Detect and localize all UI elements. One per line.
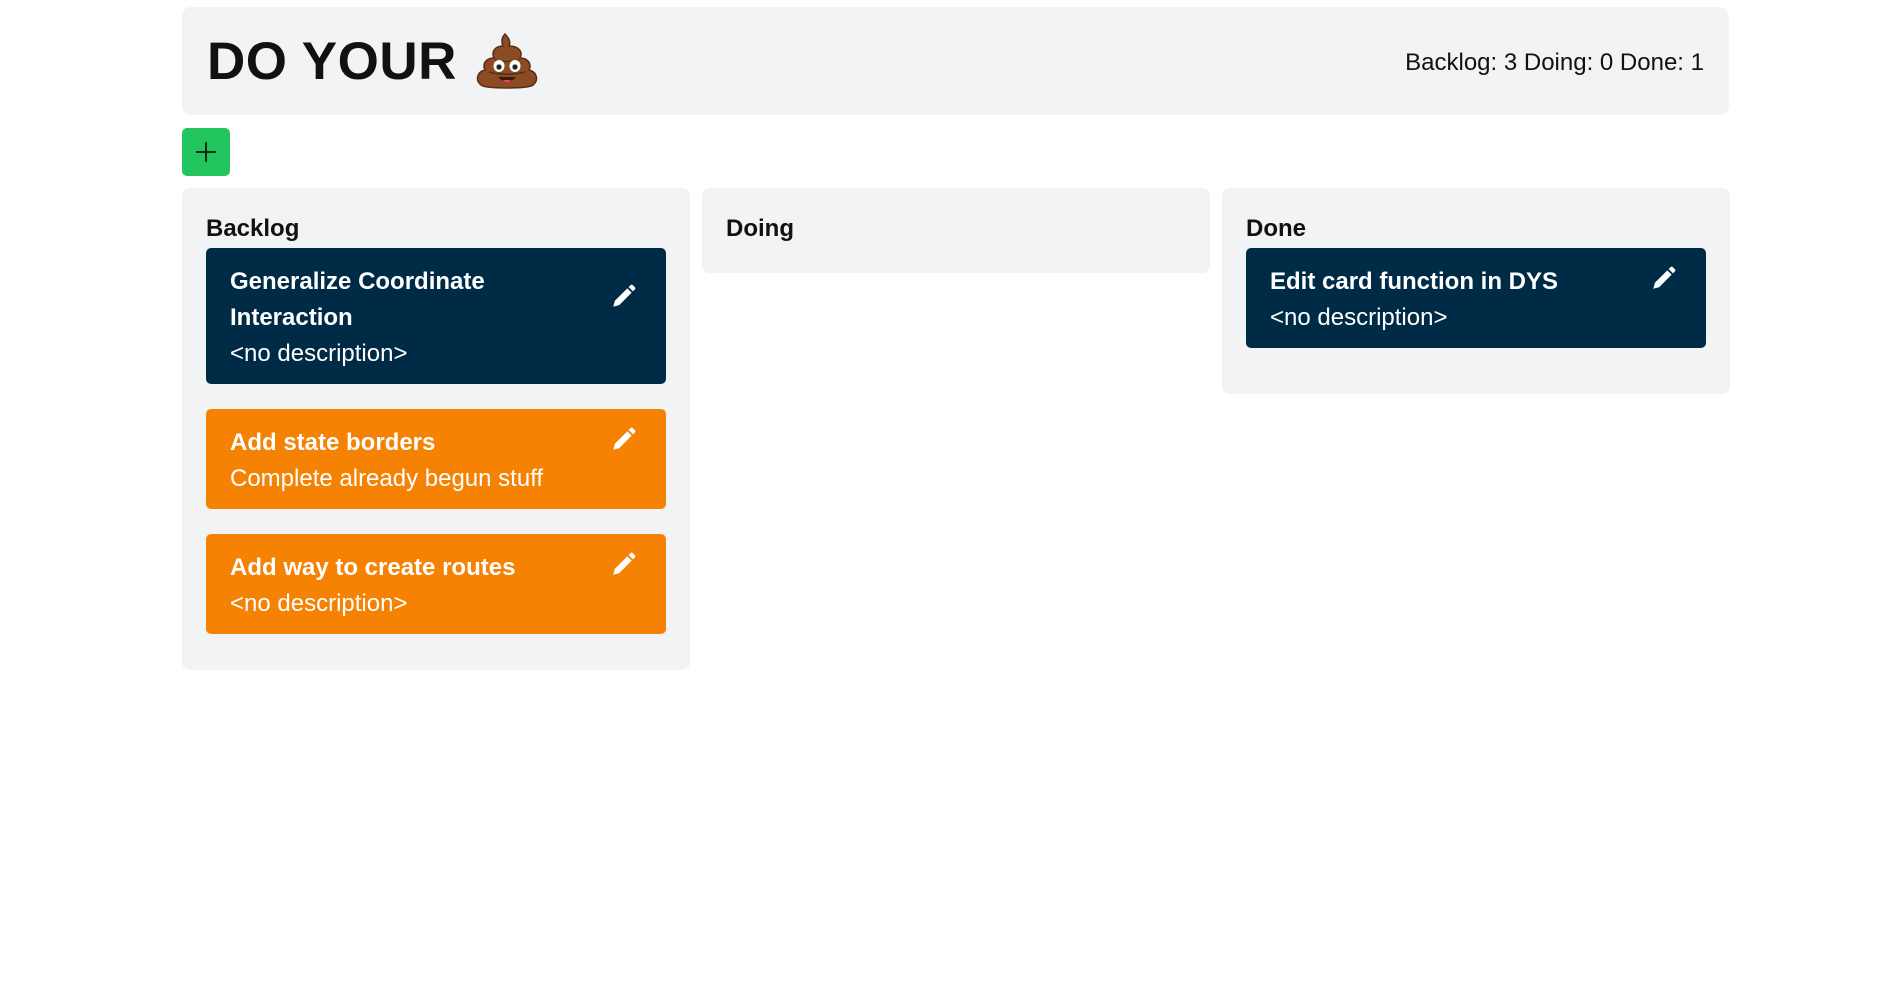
app-title-wrap: DO YOUR <box>207 32 539 90</box>
card-description: <no description> <box>230 340 408 367</box>
column-done: Done Edit card function in DYS <no descr… <box>1222 188 1730 394</box>
pile-of-poo-icon <box>476 32 538 89</box>
card[interactable]: Generalize Coordinate Interaction <no de… <box>206 248 666 384</box>
card-title: Edit card function in DYS <box>1270 268 1559 295</box>
card-description: <no description> <box>1270 304 1448 331</box>
add-card-button[interactable] <box>182 128 230 176</box>
column-counts: Backlog: 3 Doing: 0 Done: 1 <box>1405 49 1704 76</box>
card-description: Complete already begun stuff <box>230 465 544 492</box>
card-title: Add way to create routes <box>230 554 516 581</box>
pencil-icon[interactable] <box>610 284 636 310</box>
card[interactable]: Edit card function in DYS <no descriptio… <box>1246 248 1706 348</box>
pencil-icon[interactable] <box>1650 266 1676 292</box>
column-title: Done <box>1246 215 1306 242</box>
column-doing: Doing <box>702 188 1210 273</box>
column-title: Backlog <box>206 215 300 242</box>
plus-icon <box>196 142 216 162</box>
card[interactable]: Add state borders Complete already begun… <box>206 409 666 509</box>
card-title: Generalize Coordinate Interaction <box>230 268 485 331</box>
kanban-page: DO YOUR Backlog: 3 Doing: 0 Done: 1 Back… <box>0 0 1897 1001</box>
pencil-icon[interactable] <box>610 552 636 578</box>
pencil-icon[interactable] <box>610 427 636 453</box>
column-title: Doing <box>726 215 794 242</box>
column-backlog: Backlog Generalize Coordinate Interactio… <box>182 188 690 670</box>
card-description: <no description> <box>230 590 408 617</box>
card[interactable]: Add way to create routes <no description… <box>206 534 666 634</box>
header-bar: DO YOUR Backlog: 3 Doing: 0 Done: 1 <box>182 7 1729 115</box>
card-title: Add state borders <box>230 429 436 456</box>
app-title: DO YOUR <box>207 31 457 91</box>
